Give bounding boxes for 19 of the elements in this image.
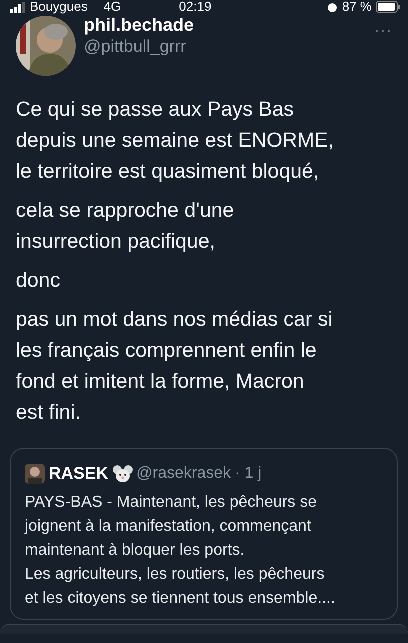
tweet-text: cela se rapproche d'une insurrection pacifique, xyxy=(16,198,236,255)
battery-icon xyxy=(376,1,400,13)
quote-author-name: RASEK xyxy=(49,463,109,485)
author-handle: @pittbull_grrr xyxy=(84,36,188,58)
clock-time: 02:19 xyxy=(179,0,212,14)
quote-author-handle: @rasekrasek xyxy=(136,464,232,484)
tweet-text: donc xyxy=(16,268,62,294)
quote-time: · 1 j xyxy=(235,464,262,484)
mouse-face-icon xyxy=(112,464,133,483)
network-type: 4G xyxy=(104,0,122,14)
more-button[interactable]: ··· xyxy=(374,24,392,76)
tweet-text: Ce qui se passe aux Pays Bas depuis une semaine est ENORME, le territoire est quasiment bloqué, xyxy=(16,97,335,185)
quote-text: PAYS-BAS - Maintenant, les pêcheurs se joignent à la manifestation, commençant maintenant à bloquer les ports. Les agriculteurs, les routiers, les pêcheurs et les citoyens se tiennent tous ensemble.... xyxy=(25,492,336,608)
tweet-text: pas un mot dans nos médias car si les français comprennent enfin le fond et imitent la forme, Macron est fini. xyxy=(16,307,334,426)
carrier-name: Bouygues xyxy=(30,0,88,14)
author-name: phil.bechade xyxy=(84,14,196,36)
battery-percent: 87 % xyxy=(342,0,372,14)
alarm-icon xyxy=(327,2,338,12)
signal-icon xyxy=(10,2,26,12)
